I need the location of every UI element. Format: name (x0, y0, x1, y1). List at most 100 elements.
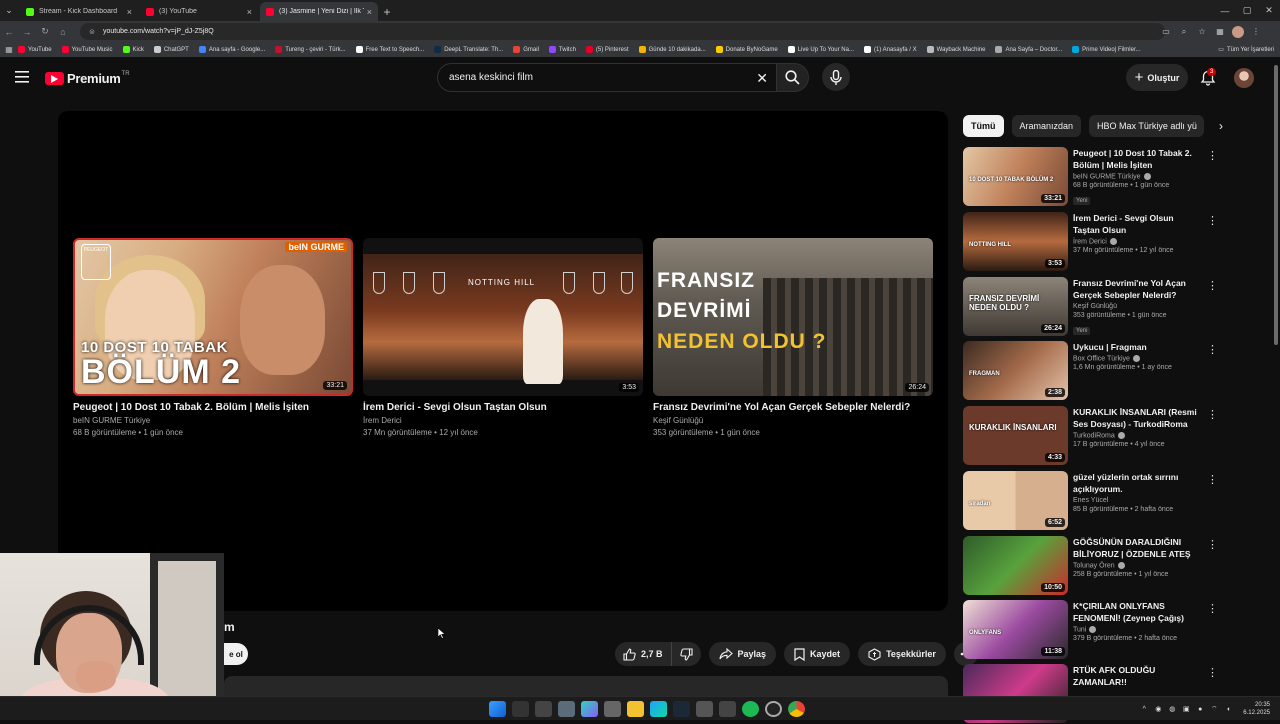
channel-name[interactable]: beIN GURME Türkiye (73, 416, 353, 425)
tray-app-icon[interactable]: ● (1195, 704, 1205, 714)
more-vertical-icon[interactable]: ⋮ (1207, 345, 1218, 357)
browser-tab-active[interactable]: (3) Jasmine | Yeni Dizi | İlk T × (260, 2, 378, 21)
volume-icon[interactable]: ◖ (1223, 704, 1233, 714)
recommended-video[interactable]: NOTTING HILL 3:53 İrem Derici - Sevgi Olsu… (963, 212, 1218, 272)
share-button[interactable]: Paylaş (708, 642, 777, 666)
obs-icon[interactable] (765, 701, 782, 717)
video-thumbnail[interactable]: PEUGEOT beIN GURME 10 DOST 10 TABAK BÖLÜ… (73, 238, 353, 396)
windows-start-icon[interactable] (489, 701, 506, 717)
browser-tab-youtube[interactable]: (3) YouTube × (140, 2, 258, 21)
tray-app-icon[interactable]: ◉ (1153, 704, 1163, 714)
more-vertical-icon[interactable]: ⋮ (1207, 151, 1218, 163)
video-title[interactable]: İrem Derici - Sevgi Olsun Taştan Olsun (363, 402, 643, 413)
channel-name[interactable]: Box Office Türkiye (1073, 355, 1201, 362)
channel-name[interactable]: Keşif Günlüğü (1073, 303, 1201, 310)
dislike-button[interactable] (672, 642, 701, 666)
more-vertical-icon[interactable]: ⋮ (1207, 475, 1218, 487)
home-button[interactable]: ⌂ (54, 21, 72, 42)
bookmark-item[interactable]: YouTube Music (61, 46, 113, 53)
chip-hbo[interactable]: HBO Max Türkiye adlı yü (1089, 115, 1205, 137)
bookmark-item[interactable]: Tureng - çeviri - Türk... (275, 46, 346, 53)
tray-app-icon[interactable]: ◍ (1167, 704, 1177, 714)
file-explorer-icon[interactable] (627, 701, 644, 717)
store-icon[interactable] (696, 701, 713, 717)
close-tab-icon[interactable]: × (367, 7, 372, 17)
extensions-icon[interactable]: ▦ (1214, 26, 1226, 38)
settings-icon[interactable] (558, 701, 575, 717)
video-thumbnail[interactable]: FRAGMAN 2:38 (963, 341, 1068, 400)
video-title[interactable]: GÖĞSÜNÜN DARALDIĞINI BİLİYORUZ | ÖZDENLE… (1073, 536, 1201, 560)
video-thumbnail[interactable]: NOTTING HILL 3:53 (363, 238, 643, 396)
taskbar-search-icon[interactable] (512, 701, 529, 717)
forward-button[interactable]: → (18, 21, 36, 42)
channel-name[interactable]: Enes Yücel (1073, 497, 1201, 504)
task-view-icon[interactable] (535, 701, 552, 717)
app-icon[interactable] (604, 701, 621, 717)
video-thumbnail[interactable]: ONLYFANS 11:38 (963, 600, 1068, 659)
profile-avatar[interactable] (1232, 25, 1244, 38)
menu-icon[interactable] (15, 71, 29, 83)
channel-name[interactable]: beIN GURME Türkiye (1073, 173, 1201, 180)
video-thumbnail[interactable]: 10 DOST 10 TABAK BÖLÜM 2 33:21 (963, 147, 1068, 206)
description-box[interactable] (224, 676, 948, 696)
voice-search-button[interactable] (822, 63, 850, 91)
bookmark-item[interactable]: Donate ByNoGame (715, 46, 778, 53)
back-button[interactable]: ← (0, 21, 18, 42)
bookmark-item[interactable]: YouTube (18, 46, 52, 53)
steam-icon[interactable] (673, 701, 690, 717)
video-thumbnail[interactable]: FRANSIZ DEVRİMİ NEDEN OLDU ? 26:24 (653, 238, 933, 396)
end-screen-video-2[interactable]: NOTTING HILL 3:53 İrem Derici - Sevgi Ol… (363, 238, 643, 437)
wifi-icon[interactable]: ⌔ (1209, 704, 1219, 714)
subscribe-button[interactable]: e ol (224, 643, 248, 665)
tray-chevron-icon[interactable]: ^ (1139, 704, 1149, 714)
more-vertical-icon[interactable]: ⋮ (1207, 216, 1218, 228)
save-button[interactable]: Kaydet (784, 642, 851, 666)
bookmark-star-icon[interactable]: ☆ (1196, 26, 1208, 38)
video-title[interactable]: RTÜK AFK OLDUĞU ZAMANLAR!! (1073, 664, 1201, 688)
more-vertical-icon[interactable]: ⋮ (1207, 410, 1218, 422)
video-title[interactable]: Fransız Devrimi'ne Yol Açan Gerçek Sebep… (653, 402, 933, 413)
clear-search-icon[interactable]: ✕ (756, 70, 768, 87)
reload-button[interactable]: ↻ (36, 21, 54, 42)
channel-name[interactable]: Tuni (1073, 626, 1201, 633)
video-player[interactable]: PEUGEOT beIN GURME 10 DOST 10 TABAK BÖLÜ… (58, 111, 948, 611)
channel-name[interactable]: Tolunay Ören (1073, 562, 1201, 569)
like-button[interactable]: 2,7 B (615, 642, 672, 666)
end-screen-video-3[interactable]: FRANSIZ DEVRİMİ NEDEN OLDU ? 26:24 Frans… (653, 238, 933, 437)
bookmark-item[interactable]: (5) Pinterest (585, 46, 629, 53)
tray-app-icon[interactable]: ▣ (1181, 704, 1191, 714)
cast-icon[interactable]: ▭ (1160, 26, 1172, 38)
copilot-icon[interactable] (581, 701, 598, 717)
chrome-icon[interactable] (788, 701, 805, 717)
bookmark-item[interactable]: Gmail (513, 46, 539, 53)
chrome-menu-icon[interactable]: ⋮ (1250, 26, 1262, 38)
recommended-video[interactable]: FRAGMAN 2:38 Uykucu | Fragman Box Office Tü… (963, 341, 1218, 401)
bookmark-item[interactable]: DeepL Translate: Th... (434, 46, 503, 53)
recommended-video[interactable]: 10:50 GÖĞSÜNÜN DARALDIĞINI BİLİYORUZ | ÖZ… (963, 536, 1218, 596)
video-thumbnail[interactable]: sıradan 6:52 (963, 471, 1068, 530)
minimize-button[interactable]: — (1214, 0, 1236, 21)
create-button[interactable]: + Oluştur (1126, 64, 1188, 91)
video-thumbnail[interactable]: NOTTING HILL 3:53 (963, 212, 1068, 271)
channel-name[interactable]: İrem Derici (1073, 238, 1201, 245)
bookmark-item[interactable]: Free Text to Speech... (355, 46, 424, 53)
recommended-video[interactable]: ONLYFANS 11:38 K*ÇIRILAN ONLYFANS FENOMENİ… (963, 600, 1218, 660)
more-vertical-icon[interactable]: ⋮ (1207, 540, 1218, 552)
video-title[interactable]: Peugeot | 10 Dost 10 Tabak 2. Bölüm | Me… (73, 402, 353, 413)
chip-all[interactable]: Tümü (963, 115, 1004, 137)
bookmark-item[interactable]: (1) Anasayfa / X (863, 46, 917, 53)
clock[interactable]: 20:35 6.12.2025 (1243, 701, 1270, 717)
address-bar[interactable]: ⊜ youtube.com/watch?v=jP_dJ-Z5j8Q (80, 23, 1165, 40)
video-title[interactable]: KURAKLIK İNSANLARI (Resmi Ses Dosyası) -… (1073, 406, 1201, 430)
end-screen-video-1[interactable]: PEUGEOT beIN GURME 10 DOST 10 TABAK BÖLÜ… (73, 238, 353, 437)
recommended-video[interactable]: 10 DOST 10 TABAK BÖLÜM 2 33:21 Peugeot | 1… (963, 147, 1218, 207)
close-tab-icon[interactable]: × (127, 7, 132, 17)
video-thumbnail[interactable]: KURAKLIK İNSANLARI 4:33 (963, 406, 1068, 465)
bookmark-item[interactable]: Prime Video| Filmler... (1072, 46, 1141, 53)
bookmark-item[interactable]: Twitch (548, 46, 576, 53)
video-title[interactable]: Peugeot | 10 Dost 10 Tabak 2. Bölüm | Me… (1073, 147, 1201, 171)
edge-icon[interactable] (650, 701, 667, 717)
browser-tab-kick[interactable]: Stream - Kick Dashboard × (20, 2, 138, 21)
channel-name[interactable]: TurkodiRoma (1073, 432, 1201, 439)
search-input[interactable]: asena keskinci film ✕ (437, 63, 777, 92)
